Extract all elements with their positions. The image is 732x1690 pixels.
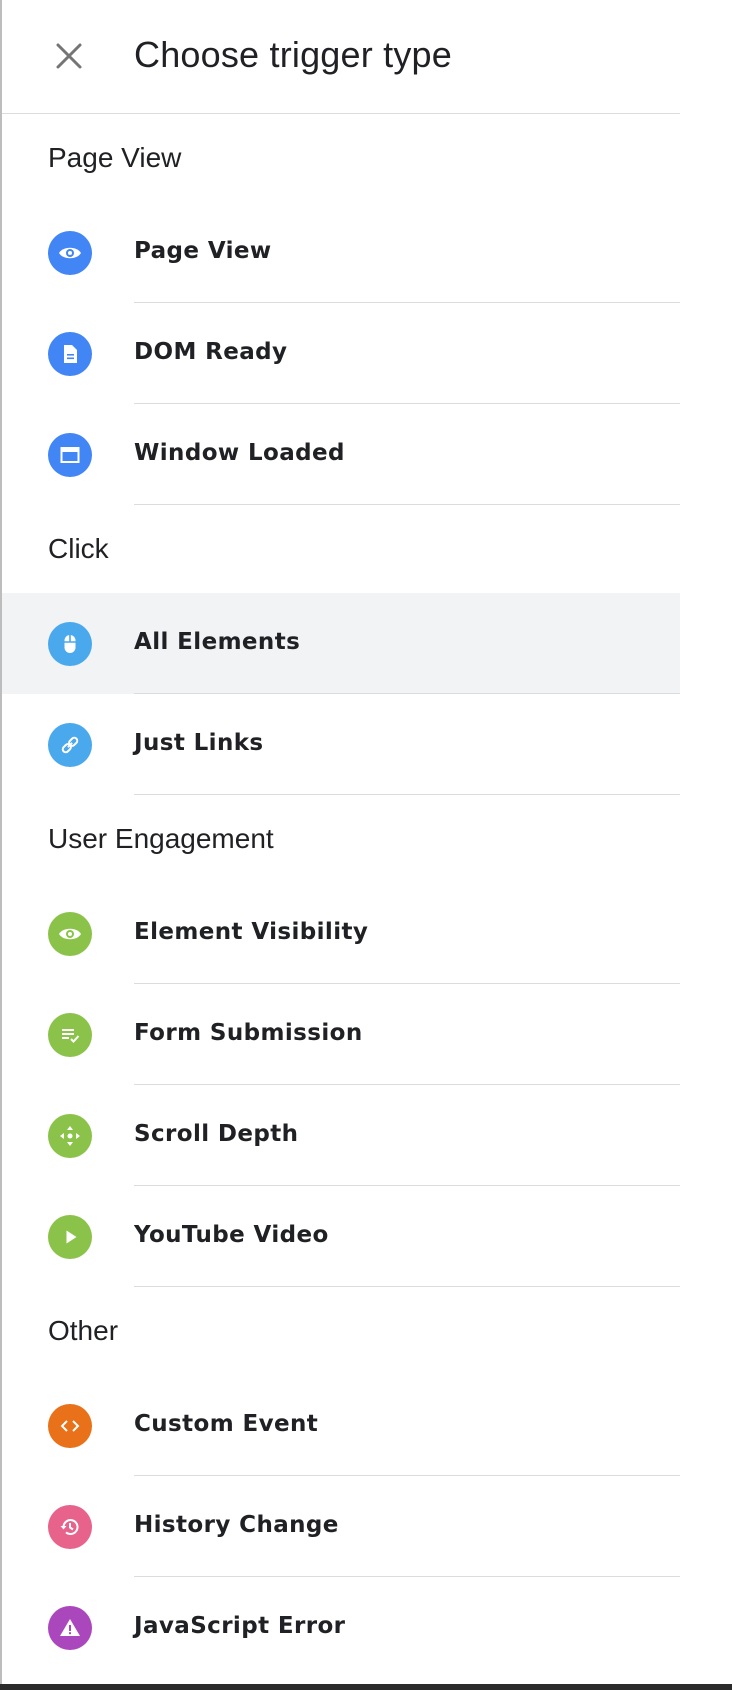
trigger-item-label: All Elements — [134, 629, 301, 655]
trigger-item-history-change[interactable]: History Change — [2, 1476, 732, 1577]
trigger-type-list: Page View Page View DOM Ready Window Loa… — [2, 114, 732, 1678]
section-title-other: Other — [48, 1315, 119, 1346]
trigger-item-label: YouTube Video — [134, 1222, 329, 1248]
trigger-item-element-visibility[interactable]: Element Visibility — [2, 883, 732, 984]
trigger-item-label: Page View — [134, 238, 272, 264]
trigger-item-label: JavaScript Error — [134, 1613, 346, 1639]
divider — [134, 1286, 682, 1287]
panel-right-edge — [680, 0, 732, 1690]
trigger-item-label: Element Visibility — [134, 919, 369, 945]
trigger-item-label: History Change — [134, 1512, 339, 1538]
eye-icon — [48, 912, 92, 956]
warning-icon — [48, 1606, 92, 1650]
mouse-icon — [48, 622, 92, 666]
document-icon — [48, 332, 92, 376]
trigger-item-form-submission[interactable]: Form Submission — [2, 984, 732, 1085]
trigger-item-all-elements[interactable]: All Elements — [2, 593, 732, 694]
trigger-type-panel: Choose trigger type Page View Page View … — [0, 0, 732, 1690]
close-icon — [56, 43, 82, 69]
page-title: Choose trigger type — [134, 34, 452, 75]
trigger-item-javascript-error[interactable]: JavaScript Error — [2, 1577, 732, 1678]
trigger-item-label: Just Links — [134, 730, 264, 756]
trigger-item-just-links[interactable]: Just Links — [2, 694, 732, 795]
trigger-item-custom-event[interactable]: Custom Event — [2, 1375, 732, 1476]
eye-icon — [48, 231, 92, 275]
history-icon — [48, 1505, 92, 1549]
link-icon — [48, 723, 92, 767]
code-icon — [48, 1404, 92, 1448]
trigger-item-label: Custom Event — [134, 1411, 319, 1437]
form-check-icon — [48, 1013, 92, 1057]
divider — [134, 504, 682, 505]
trigger-item-page-view[interactable]: Page View — [2, 202, 732, 303]
window-icon — [48, 433, 92, 477]
section-title-click: Click — [48, 533, 109, 564]
trigger-item-dom-ready[interactable]: DOM Ready — [2, 303, 732, 404]
move-arrows-icon — [48, 1114, 92, 1158]
play-icon — [48, 1215, 92, 1259]
trigger-item-label: DOM Ready — [134, 339, 288, 365]
bottom-edge-bar — [0, 1684, 732, 1690]
close-button[interactable] — [46, 33, 92, 79]
trigger-item-label: Window Loaded — [134, 440, 345, 466]
divider — [134, 794, 682, 795]
section-title-user-engagement: User Engagement — [48, 823, 274, 854]
trigger-item-label: Scroll Depth — [134, 1121, 299, 1147]
trigger-item-label: Form Submission — [134, 1020, 363, 1046]
trigger-item-youtube-video[interactable]: YouTube Video — [2, 1186, 732, 1287]
panel-header: Choose trigger type — [2, 0, 732, 114]
section-title-page-view: Page View — [48, 142, 182, 173]
trigger-item-scroll-depth[interactable]: Scroll Depth — [2, 1085, 732, 1186]
trigger-item-window-loaded[interactable]: Window Loaded — [2, 404, 732, 505]
